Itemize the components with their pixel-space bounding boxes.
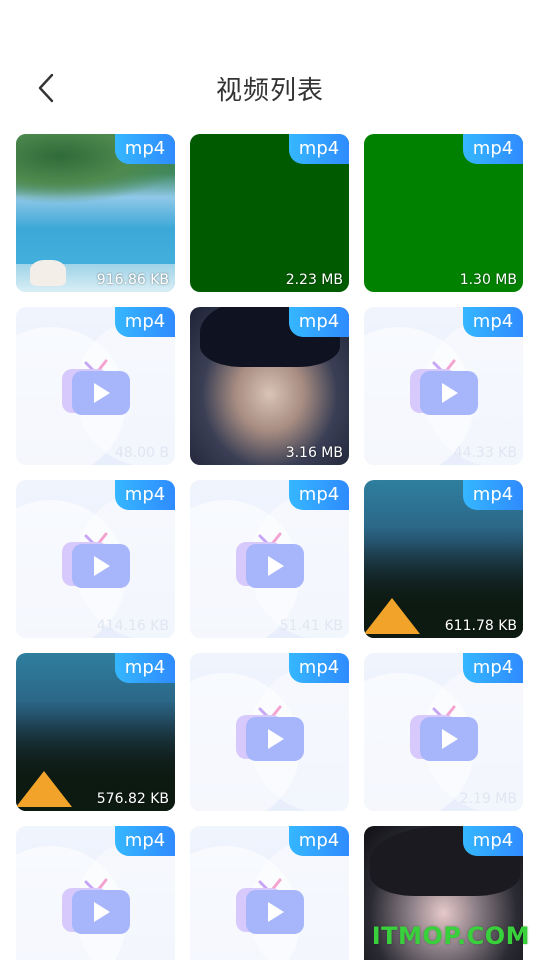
format-badge: mp4 (289, 653, 349, 683)
video-grid: mp4 916.86 KB mp4 2.23 MB mp4 1.30 MB mp… (16, 134, 523, 960)
format-badge: mp4 (115, 480, 175, 510)
format-badge: mp4 (463, 307, 523, 337)
format-badge: mp4 (115, 134, 175, 164)
video-placeholder-icon (410, 705, 478, 761)
format-badge: mp4 (289, 307, 349, 337)
video-tile[interactable]: mp4 576.82 KB (16, 653, 175, 811)
format-badge: mp4 (463, 134, 523, 164)
video-tile[interactable]: mp4 2.19 MB (364, 653, 523, 811)
format-badge: mp4 (115, 826, 175, 856)
video-tile[interactable]: mp4 2.23 MB (190, 134, 349, 292)
video-tile[interactable]: mp4 611.78 KB (364, 480, 523, 638)
file-size: 2.19 MB (459, 791, 517, 807)
format-badge: mp4 (289, 134, 349, 164)
file-size: 1.30 MB (459, 272, 517, 288)
top-bar: 视频列表 (0, 60, 540, 116)
format-badge: mp4 (289, 826, 349, 856)
video-placeholder-icon (62, 532, 130, 588)
video-placeholder-icon (410, 359, 478, 415)
video-tile[interactable]: mp4 414.16 KB (16, 480, 175, 638)
video-tile[interactable]: mp4 44.33 KB (364, 307, 523, 465)
format-badge: mp4 (289, 480, 349, 510)
format-badge: mp4 (115, 307, 175, 337)
file-size: 3.16 MB (285, 445, 343, 461)
video-tile[interactable]: mp4 3.16 MB (190, 307, 349, 465)
file-size: 916.86 KB (96, 272, 169, 288)
video-tile[interactable]: mp4 916.86 KB (16, 134, 175, 292)
video-placeholder-icon (236, 705, 304, 761)
format-badge: mp4 (463, 480, 523, 510)
page-title: 视频列表 (215, 76, 324, 106)
format-badge: mp4 (463, 653, 523, 683)
file-size: 611.78 KB (444, 618, 517, 634)
video-placeholder-icon (62, 878, 130, 934)
watermark: ITMOP.COM (371, 922, 530, 950)
video-list-screen: 视频列表 mp4 916.86 KB mp4 2.23 MB mp4 1.30 … (0, 0, 540, 960)
video-placeholder-icon (62, 359, 130, 415)
file-size: 51.41 KB (279, 618, 343, 634)
video-tile[interactable]: mp4 (16, 826, 175, 960)
video-placeholder-icon (236, 532, 304, 588)
video-tile[interactable]: mp4 (190, 826, 349, 960)
video-tile[interactable]: mp4 1.30 MB (364, 134, 523, 292)
video-tile[interactable]: mp4 51.41 KB (190, 480, 349, 638)
file-size: 576.82 KB (96, 791, 169, 807)
video-placeholder-icon (236, 878, 304, 934)
format-badge: mp4 (115, 653, 175, 683)
file-size: 44.33 KB (453, 445, 517, 461)
file-size: 414.16 KB (96, 618, 169, 634)
file-size: 2.23 MB (285, 272, 343, 288)
format-badge: mp4 (463, 826, 523, 856)
video-tile[interactable]: mp4 (190, 653, 349, 811)
file-size: 48.00 B (114, 445, 169, 461)
video-tile[interactable]: mp4 48.00 B (16, 307, 175, 465)
